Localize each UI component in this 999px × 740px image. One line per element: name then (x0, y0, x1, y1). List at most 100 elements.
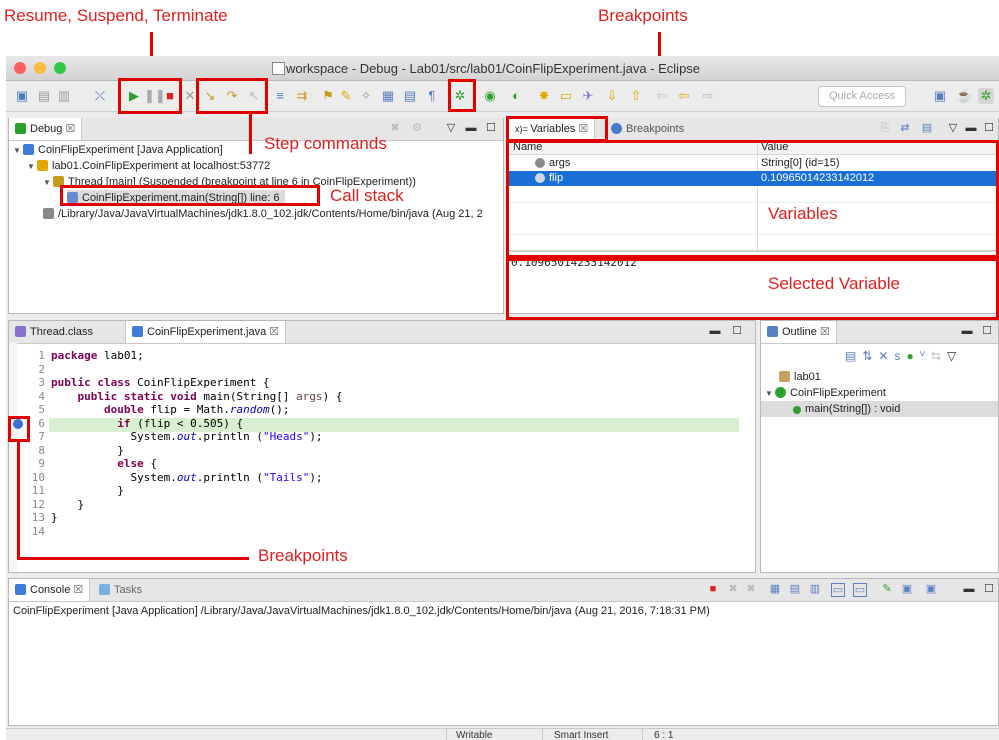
new-icon[interactable]: ▣ (14, 88, 30, 104)
maximize-icon[interactable]: ☐ (983, 122, 995, 134)
code-line[interactable]: } (51, 498, 84, 512)
quick-access-field[interactable]: Quick Access (818, 86, 906, 107)
new-java-project-icon[interactable]: ✸ (536, 88, 552, 104)
debug-perspective-icon[interactable]: ✲ (978, 88, 994, 104)
outline-item-method[interactable]: main(String[]) : void (761, 401, 998, 417)
code-line[interactable]: public static void main(String[] args) { (51, 390, 343, 404)
tab-coinflip-java[interactable]: CoinFlipExperiment.java ☒ (125, 321, 287, 343)
code-line[interactable]: System.out.println ("Heads"); (51, 430, 322, 444)
prev-edit-icon[interactable]: ⇧ (628, 88, 644, 104)
tab-thread-class[interactable]: Thread.class (9, 321, 99, 343)
code-line[interactable]: package lab01; (51, 349, 144, 363)
minimize-icon[interactable]: ▬ (963, 583, 975, 595)
callout-line (17, 557, 249, 560)
tab-tasks[interactable]: Tasks (93, 579, 148, 601)
hide-static-icon[interactable]: ѕ (894, 349, 906, 363)
highlight-breakpoints-button (448, 79, 476, 112)
open-console-icon[interactable]: ▣ (925, 583, 937, 595)
terminate-icon[interactable]: ■ (707, 583, 719, 595)
forward-icon[interactable]: ⇨ (700, 88, 716, 104)
show-whitespace-icon[interactable]: ¶ (424, 88, 440, 104)
maximize-icon[interactable]: ☐ (983, 583, 995, 595)
remove-terminated-icon[interactable]: ✖ (389, 122, 401, 134)
code-line[interactable]: } (51, 511, 58, 525)
code-line[interactable]: if (flip < 0.505) { (51, 417, 243, 431)
scroll-lock-icon[interactable]: ▤ (789, 583, 801, 595)
tab-console[interactable]: Console ☒ (9, 579, 91, 601)
view-menu-icon[interactable]: ▽ (947, 122, 959, 134)
minimize-icon[interactable]: ▬ (465, 122, 477, 134)
show-stdout-icon[interactable]: ▭ (831, 583, 845, 597)
view-menu-icon[interactable]: ▽ (947, 349, 962, 363)
console-output[interactable]: CoinFlipExperiment [Java Application] /L… (13, 605, 710, 617)
pin-console-icon[interactable]: ✎ (881, 583, 893, 595)
show-type-names-icon[interactable]: ⎘ (879, 122, 891, 134)
next-annotation-icon[interactable]: ✧ (358, 88, 374, 104)
debug-run-icon[interactable]: ◉ (482, 88, 498, 104)
toggle-mark-icon[interactable]: ✎ (338, 88, 354, 104)
code-line[interactable]: else { (51, 457, 157, 471)
link-icon[interactable]: ⇆ (931, 349, 947, 363)
close-window-button[interactable] (14, 62, 26, 74)
word-wrap-icon[interactable]: ▥ (809, 583, 821, 595)
outline-item-package[interactable]: lab01 (779, 369, 821, 385)
tree-item-process[interactable]: /Library/Java/JavaVirtualMachines/jdk1.8… (43, 206, 483, 222)
hide-fields-icon[interactable]: ✕ (878, 349, 894, 363)
code-line[interactable]: } (51, 444, 124, 458)
sort-icon[interactable]: ⇅ (862, 349, 878, 363)
callout-breakpoints-top: Breakpoints (598, 6, 688, 25)
line-number: 8 (38, 443, 45, 457)
clear-console-icon[interactable]: ▦ (769, 583, 781, 595)
remove-launch-icon[interactable]: ✖ (727, 583, 739, 595)
maximize-icon[interactable]: ☐ (981, 325, 993, 337)
hide-non-public-icon[interactable]: ● (906, 349, 919, 363)
collapse-all-icon[interactable]: ▤ (845, 349, 862, 363)
display-console-icon[interactable]: ▣ (901, 583, 913, 595)
link-icon[interactable]: ⚙ (411, 122, 423, 134)
highlight-step-commands (196, 78, 268, 114)
code-line[interactable]: public class CoinFlipExperiment { (51, 376, 270, 390)
jvm-icon (37, 160, 48, 171)
maximize-icon[interactable]: ☐ (485, 122, 497, 134)
code-line[interactable]: System.out.println ("Tails"); (51, 471, 322, 485)
console-view: Console ☒ Tasks ■ ✖ ✖ ▦ ▤ ▥ ▭ ▭ ✎ ▣ ▣ ▬ … (8, 578, 999, 726)
maximize-icon[interactable]: ☐ (731, 325, 743, 337)
outline-item-class[interactable]: ▼ CoinFlipExperiment (765, 385, 886, 401)
use-step-filters-icon[interactable]: ⇉ (294, 88, 310, 104)
save-icon[interactable]: ▤ (36, 88, 52, 104)
last-edit-icon[interactable]: ⇦ (654, 88, 670, 104)
back-icon[interactable]: ⇦ (676, 88, 692, 104)
skip-breakpoints-icon[interactable]: ⤬ (92, 88, 108, 104)
tab-breakpoints[interactable]: Breakpoints (605, 118, 690, 140)
remove-all-terminated-icon[interactable]: ✖ (745, 583, 757, 595)
build-icon[interactable]: ⚑ (320, 88, 336, 104)
tree-item-launch[interactable]: ▼ CoinFlipExperiment [Java Application] (13, 142, 223, 158)
code-line[interactable]: } (51, 484, 124, 498)
breakpoint-icon (611, 123, 622, 134)
minimize-window-button[interactable] (34, 62, 46, 74)
minimize-icon[interactable]: ▬ (709, 325, 721, 337)
open-perspective-icon[interactable]: ▣ (932, 88, 948, 104)
minimize-icon[interactable]: ▬ (961, 325, 973, 337)
layout-icon[interactable]: ▤ (921, 122, 933, 134)
tree-item-target[interactable]: ▼ lab01.CoinFlipExperiment at localhost:5… (27, 158, 270, 174)
block-selection-icon[interactable]: ▤ (402, 88, 418, 104)
run-icon[interactable]: ◐ (508, 88, 524, 104)
minimize-icon[interactable]: ▬ (965, 122, 977, 134)
show-stderr-icon[interactable]: ▭ (853, 583, 867, 597)
save-all-icon[interactable]: ▥ (56, 88, 72, 104)
view-menu-icon[interactable]: ▽ (445, 122, 457, 134)
java-perspective-icon[interactable]: ☕ (956, 88, 972, 104)
zoom-window-button[interactable] (54, 62, 66, 74)
tasks-icon (99, 584, 110, 595)
open-folder-icon[interactable]: ▭ (558, 88, 574, 104)
hide-local-types-icon[interactable]: ⱽ (920, 349, 931, 363)
open-type-icon[interactable]: ▦ (380, 88, 396, 104)
code-line[interactable]: double flip = Math.random(); (51, 403, 289, 417)
collapse-all-icon[interactable]: ⇄ (899, 122, 911, 134)
tab-outline[interactable]: Outline ☒ (761, 321, 837, 343)
drop-to-frame-icon[interactable]: ≡ (272, 88, 288, 104)
tab-debug[interactable]: Debug ☒ (9, 118, 83, 140)
external-tools-icon[interactable]: ✈ (580, 88, 596, 104)
next-edit-icon[interactable]: ⇩ (604, 88, 620, 104)
